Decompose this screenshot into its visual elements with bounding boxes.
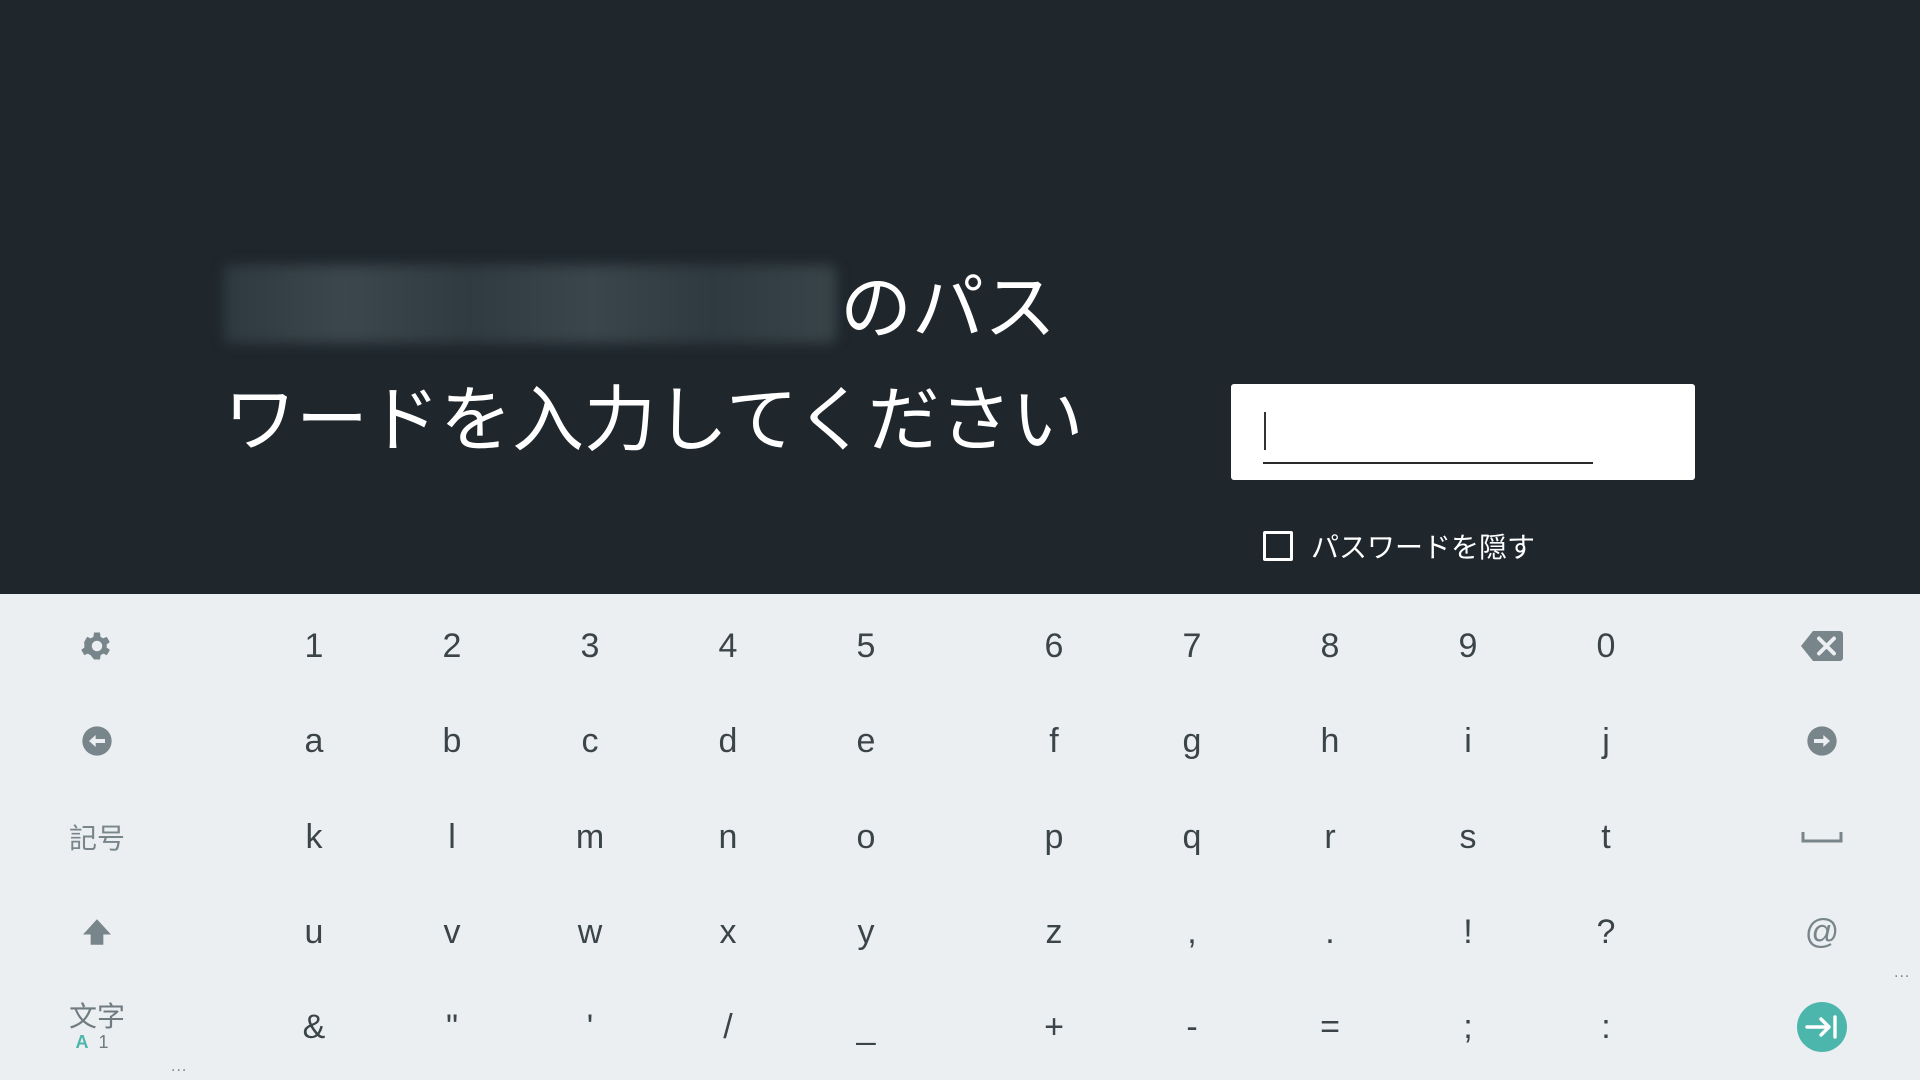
hide-password-checkbox[interactable] [1263,531,1293,561]
key[interactable]: q [1132,797,1252,877]
key[interactable]: t [1546,797,1666,877]
gear-icon [81,632,110,660]
hide-password-label: パスワードを隠す [1311,531,1536,564]
at-more-indicator: ... [1894,965,1911,981]
key[interactable]: k [254,797,374,877]
hide-password-toggle[interactable]: パスワードを隠す [1263,526,1535,566]
password-prompt-area: のパスワードを入力してください パスワードを隠す [0,0,1920,594]
key[interactable]: m [530,797,650,877]
language-more-indicator: ... [171,1059,188,1075]
wifi-password-screen: のパスワードを入力してください パスワードを隠す 記号 文字 A1 ... @ … [0,0,1920,1080]
shift-up-arrow-icon [83,919,111,945]
key[interactable]: _ [806,987,926,1067]
key[interactable]: ' [530,987,650,1067]
key[interactable]: & [254,987,374,1067]
key[interactable]: h [1270,701,1390,781]
cursor-left-key[interactable] [37,701,157,781]
network-name-blurred [224,265,836,343]
password-input[interactable] [1263,406,1593,444]
key[interactable]: n [668,797,788,877]
password-field-container[interactable] [1231,384,1695,480]
key[interactable]: y [806,892,926,972]
language-main-label: 文字 [68,1000,125,1033]
key[interactable]: i [1408,701,1528,781]
key[interactable]: x [668,892,788,972]
key[interactable]: 6 [994,606,1114,686]
language-sub-label: A1 [75,1032,119,1052]
symbols-key[interactable]: 記号 [37,797,157,877]
cursor-right-key[interactable] [1762,701,1882,781]
key[interactable]: 3 [530,606,650,686]
key[interactable]: j [1546,701,1666,781]
key[interactable]: s [1408,797,1528,877]
text-caret [1264,412,1266,450]
input-underline [1263,462,1593,464]
prompt-title: のパスワードを入力してください [224,252,1104,476]
key[interactable]: c [530,701,650,781]
backspace-icon [1801,631,1843,661]
key[interactable]: f [994,701,1114,781]
key[interactable]: e [806,701,926,781]
language-switch-key[interactable]: 文字 A1 [37,987,157,1067]
shift-key[interactable] [37,892,157,972]
key[interactable]: r [1270,797,1390,877]
key[interactable]: / [668,987,788,1067]
key[interactable]: l [392,797,512,877]
key[interactable]: 2 [392,606,512,686]
key[interactable]: ! [1408,892,1528,972]
space-key[interactable] [1762,797,1882,877]
key[interactable]: + [994,987,1114,1067]
key[interactable]: 8 [1270,606,1390,686]
key[interactable]: ; [1408,987,1528,1067]
key[interactable]: - [1132,987,1252,1067]
key[interactable]: 7 [1132,606,1252,686]
key[interactable]: = [1270,987,1390,1067]
key[interactable]: o [806,797,926,877]
key[interactable]: w [530,892,650,972]
key[interactable]: , [1132,892,1252,972]
enter-key[interactable] [1762,987,1882,1067]
enter-next-icon [1797,1002,1847,1052]
settings-key[interactable] [37,606,157,686]
key[interactable]: " [392,987,512,1067]
arrow-right-circle-icon [1807,726,1837,756]
arrow-left-circle-icon [82,726,112,756]
key[interactable]: . [1270,892,1390,972]
key[interactable]: g [1132,701,1252,781]
space-bar-icon [1801,832,1843,843]
key[interactable]: 4 [668,606,788,686]
key[interactable]: 5 [806,606,926,686]
key[interactable]: d [668,701,788,781]
key[interactable]: 1 [254,606,374,686]
key[interactable]: a [254,701,374,781]
key[interactable]: : [1546,987,1666,1067]
backspace-key[interactable] [1762,606,1882,686]
key[interactable]: u [254,892,374,972]
key[interactable]: 9 [1408,606,1528,686]
at-key[interactable]: @ [1762,892,1882,972]
key[interactable]: 0 [1546,606,1666,686]
key[interactable]: p [994,797,1114,877]
key[interactable]: z [994,892,1114,972]
key[interactable]: b [392,701,512,781]
on-screen-keyboard: 記号 文字 A1 ... @ ... 1 2 3 4 5 6 7 8 9 0 a… [0,594,1920,1080]
key[interactable]: ? [1546,892,1666,972]
key[interactable]: v [392,892,512,972]
